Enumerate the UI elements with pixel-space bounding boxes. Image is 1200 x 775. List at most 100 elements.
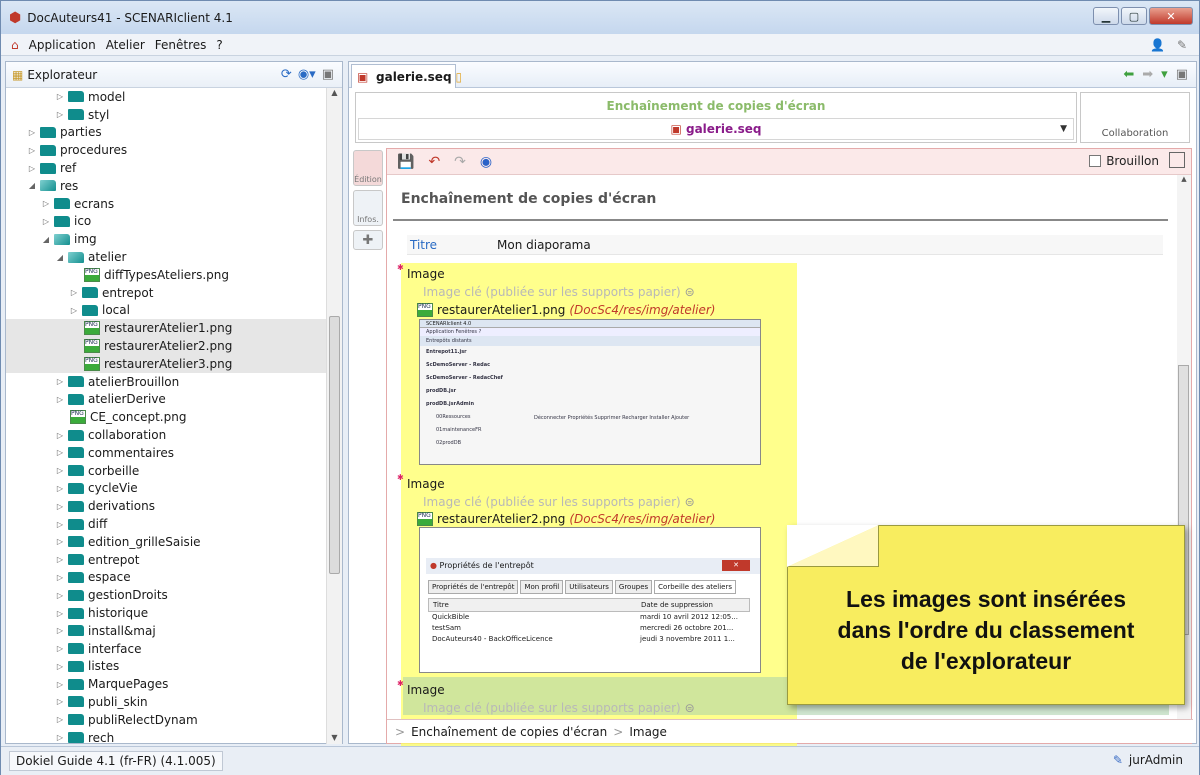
maximize-panel-icon[interactable]: ▣ (322, 67, 334, 82)
tree-item[interactable]: ▷ styl (6, 106, 326, 124)
options-icon[interactable]: ◉▾ (298, 67, 316, 82)
file-select[interactable]: ▣ galerie.seq ▼ (358, 118, 1074, 140)
tree-item[interactable]: ▷ ecrans (6, 195, 326, 213)
collapsed-arrow-icon[interactable]: ▷ (54, 484, 66, 493)
menu-fenetres[interactable]: Fenêtres (155, 38, 207, 52)
tab-edition[interactable]: Édition (353, 150, 383, 186)
expanded-arrow-icon[interactable]: ◢ (40, 235, 52, 244)
tree-item[interactable]: ▷ gestionDroits (6, 586, 326, 604)
tree-item[interactable]: ▷ parties (6, 124, 326, 142)
tree-item[interactable]: ▷ derivations (6, 497, 326, 515)
key-image-placeholder[interactable]: Image clé (publiée sur les supports papi… (423, 285, 695, 299)
collapsed-arrow-icon[interactable]: ▷ (54, 697, 66, 706)
tree-item[interactable]: ▷ espace (6, 569, 326, 587)
menu-atelier[interactable]: Atelier (106, 38, 145, 52)
maximize-button[interactable]: ▢ (1121, 7, 1147, 25)
brouillon-toggle[interactable]: Brouillon (1089, 154, 1159, 168)
tree-item[interactable]: ▷ atelierDerive (6, 391, 326, 409)
home-icon[interactable]: ⌂ (11, 38, 19, 52)
tree-item[interactable]: ▷ historique (6, 604, 326, 622)
collapsed-arrow-icon[interactable]: ▷ (54, 715, 66, 724)
breadcrumb-item[interactable]: Image (629, 725, 667, 739)
back-arrow-icon[interactable]: ⬅ (1123, 67, 1134, 82)
collapsed-arrow-icon[interactable]: ▷ (26, 128, 38, 137)
tree-item[interactable]: PNG CE_concept.png (6, 408, 326, 426)
tree-item[interactable]: ▷ procedures (6, 141, 326, 159)
collapsed-arrow-icon[interactable]: ▷ (54, 591, 66, 600)
collaboration-button[interactable]: Collaboration (1080, 92, 1190, 143)
status-user[interactable]: ✎ jurAdmin (1113, 753, 1183, 767)
menu-help[interactable]: ? (216, 38, 222, 52)
titre-value[interactable]: Mon diaporama (497, 238, 591, 252)
tree-item[interactable]: ◢ res (6, 177, 326, 195)
tree-item[interactable]: ▷ publiRelectDynam (6, 711, 326, 729)
collapsed-arrow-icon[interactable]: ▷ (54, 680, 66, 689)
collapsed-arrow-icon[interactable]: ▷ (68, 306, 80, 315)
close-button[interactable]: ✕ (1149, 7, 1193, 25)
collapsed-arrow-icon[interactable]: ▷ (54, 377, 66, 386)
tree-item[interactable]: ▷ corbeille (6, 462, 326, 480)
collapsed-arrow-icon[interactable]: ▷ (26, 146, 38, 155)
breadcrumb-item[interactable]: Enchaînement de copies d'écran (411, 725, 607, 739)
explorer-scrollbar[interactable]: ▲ ▼ (326, 88, 342, 744)
expanded-arrow-icon[interactable]: ◢ (26, 181, 38, 190)
tree-item[interactable]: ▷ edition_grilleSaisie (6, 533, 326, 551)
collapsed-arrow-icon[interactable]: ▷ (54, 609, 66, 618)
add-tab-button[interactable]: ✚ (353, 230, 383, 250)
tree-item[interactable]: ▷ diff (6, 515, 326, 533)
explorer-scroll-thumb[interactable] (329, 316, 340, 574)
tree-item[interactable]: ▷ publi_skin (6, 693, 326, 711)
tree-item[interactable]: ▷ MarquePages (6, 675, 326, 693)
collapsed-arrow-icon[interactable]: ▷ (54, 395, 66, 404)
image2-ref[interactable]: PNG restaurerAtelier2.png (DocSc4/res/im… (413, 512, 715, 526)
collapsed-arrow-icon[interactable]: ▷ (54, 466, 66, 475)
collapsed-arrow-icon[interactable]: ▷ (54, 573, 66, 582)
refresh-icon[interactable]: ⟳ (281, 67, 292, 82)
tab-infos[interactable]: Infos. (353, 190, 383, 226)
tree-item[interactable]: ▷ ico (6, 213, 326, 231)
tree-item[interactable]: PNG restaurerAtelier2.png (6, 337, 326, 355)
collapsed-arrow-icon[interactable]: ▷ (54, 555, 66, 564)
tree-item[interactable]: ▷ atelierBrouillon (6, 373, 326, 391)
tree-item[interactable]: PNG restaurerAtelier1.png (6, 319, 326, 338)
dropdown-icon[interactable]: ▾ (1161, 67, 1168, 82)
menu-circle-icon[interactable]: ◉ (480, 154, 492, 170)
tree-item[interactable]: ▷ entrepot (6, 284, 326, 302)
tree-item[interactable]: ▷ collaboration (6, 426, 326, 444)
tab-galerie-seq[interactable]: ▣ galerie.seq ▯ (351, 64, 462, 88)
tree-item[interactable]: ▷ listes (6, 658, 326, 676)
tree-item[interactable]: ▷ ref (6, 159, 326, 177)
tree-item[interactable]: ▷ rech (6, 729, 326, 744)
collapsed-arrow-icon[interactable]: ▷ (54, 431, 66, 440)
menu-application[interactable]: Application (29, 38, 96, 52)
tree-item[interactable]: ▷ entrepot (6, 551, 326, 569)
key-image-placeholder[interactable]: Image clé (publiée sur les supports papi… (423, 495, 695, 509)
collapsed-arrow-icon[interactable]: ▷ (40, 217, 52, 226)
collapsed-arrow-icon[interactable]: ▷ (54, 520, 66, 529)
tree-item[interactable]: PNG restaurerAtelier3.png (6, 354, 326, 373)
expanded-arrow-icon[interactable]: ◢ (54, 253, 66, 262)
tree-item[interactable]: ▷ model (6, 88, 326, 106)
collapsed-arrow-icon[interactable]: ▷ (54, 662, 66, 671)
tree-item[interactable]: ▷ cycleVie (6, 480, 326, 498)
users-icon[interactable]: 👤 (1150, 38, 1165, 52)
tree-item[interactable]: PNG diffTypesAteliers.png (6, 266, 326, 284)
tree-item[interactable]: ▷ commentaires (6, 444, 326, 462)
collapsed-arrow-icon[interactable]: ▷ (54, 502, 66, 511)
collapsed-arrow-icon[interactable]: ▷ (54, 537, 66, 546)
image1-ref[interactable]: PNG restaurerAtelier1.png (DocSc4/res/im… (413, 303, 715, 317)
collapsed-arrow-icon[interactable]: ▷ (54, 92, 66, 101)
collapsed-arrow-icon[interactable]: ▷ (68, 288, 80, 297)
collapsed-arrow-icon[interactable]: ▷ (54, 448, 66, 457)
pin-icon[interactable]: ✎ (1177, 38, 1187, 52)
titre-field[interactable]: Titre Mon diaporama (407, 235, 1163, 255)
key-image-placeholder[interactable]: Image clé (publiée sur les supports papi… (423, 701, 695, 715)
tree-item[interactable]: ◢ atelier (6, 248, 326, 266)
save-icon[interactable]: 💾 (397, 154, 414, 170)
minimize-button[interactable]: ▁ (1093, 7, 1119, 25)
collapsed-arrow-icon[interactable]: ▷ (40, 199, 52, 208)
tree-item[interactable]: ▷ install&maj (6, 622, 326, 640)
collapsed-arrow-icon[interactable]: ▷ (54, 626, 66, 635)
collapsed-arrow-icon[interactable]: ▷ (26, 164, 38, 173)
tree-item[interactable]: ◢ img (6, 230, 326, 248)
